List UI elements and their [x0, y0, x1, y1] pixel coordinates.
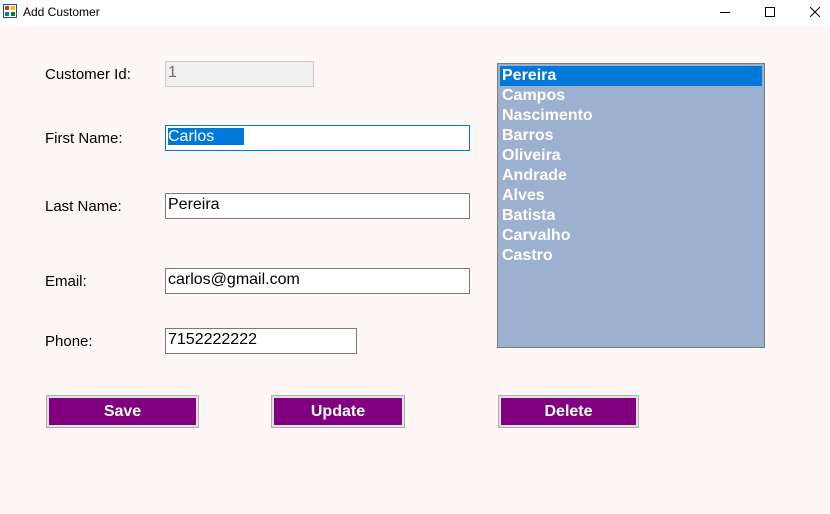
- title-bar: Add Customer: [0, 0, 830, 26]
- minimize-icon: [720, 12, 730, 13]
- first-name-label: First Name:: [45, 130, 123, 147]
- last-name-value: Pereira: [168, 196, 220, 213]
- list-item[interactable]: Andrade: [500, 166, 762, 186]
- email-label: Email:: [45, 273, 87, 290]
- list-item[interactable]: Campos: [500, 86, 762, 106]
- customer-list[interactable]: Pereira Campos Nascimento Barros Oliveir…: [497, 63, 765, 348]
- customer-id-value: 1: [168, 64, 177, 81]
- app-icon: [3, 4, 17, 18]
- save-button-label: Save: [49, 398, 196, 425]
- delete-button[interactable]: Delete: [498, 395, 639, 428]
- last-name-label: Last Name:: [45, 198, 122, 215]
- list-item[interactable]: Oliveira: [500, 146, 762, 166]
- update-button[interactable]: Update: [271, 395, 405, 428]
- save-button[interactable]: Save: [46, 395, 199, 428]
- list-item[interactable]: Barros: [500, 126, 762, 146]
- list-item[interactable]: Alves: [500, 186, 762, 206]
- update-button-label: Update: [274, 398, 402, 425]
- customer-id-field[interactable]: 1: [165, 61, 314, 87]
- maximize-button[interactable]: [747, 0, 793, 24]
- phone-field[interactable]: 7152222222: [165, 328, 357, 354]
- list-item[interactable]: Castro: [500, 246, 762, 266]
- list-item[interactable]: Nascimento: [500, 106, 762, 126]
- minimize-button[interactable]: [702, 0, 748, 24]
- first-name-field[interactable]: Carlos: [165, 125, 470, 151]
- first-name-value: Carlos: [168, 128, 245, 145]
- email-field[interactable]: carlos@gmail.com: [165, 268, 470, 294]
- maximize-icon: [765, 7, 775, 17]
- close-icon: [810, 7, 820, 17]
- phone-label: Phone:: [45, 333, 93, 350]
- list-item[interactable]: Batista: [500, 206, 762, 226]
- close-button[interactable]: [792, 0, 830, 24]
- customer-id-label: Customer Id:: [45, 66, 131, 83]
- list-item[interactable]: Pereira: [500, 66, 762, 86]
- email-value: carlos@gmail.com: [168, 271, 300, 288]
- delete-button-label: Delete: [501, 398, 636, 425]
- list-item[interactable]: Carvalho: [500, 226, 762, 246]
- last-name-field[interactable]: Pereira: [165, 193, 470, 219]
- phone-value: 7152222222: [168, 331, 257, 348]
- window-title: Add Customer: [23, 5, 100, 19]
